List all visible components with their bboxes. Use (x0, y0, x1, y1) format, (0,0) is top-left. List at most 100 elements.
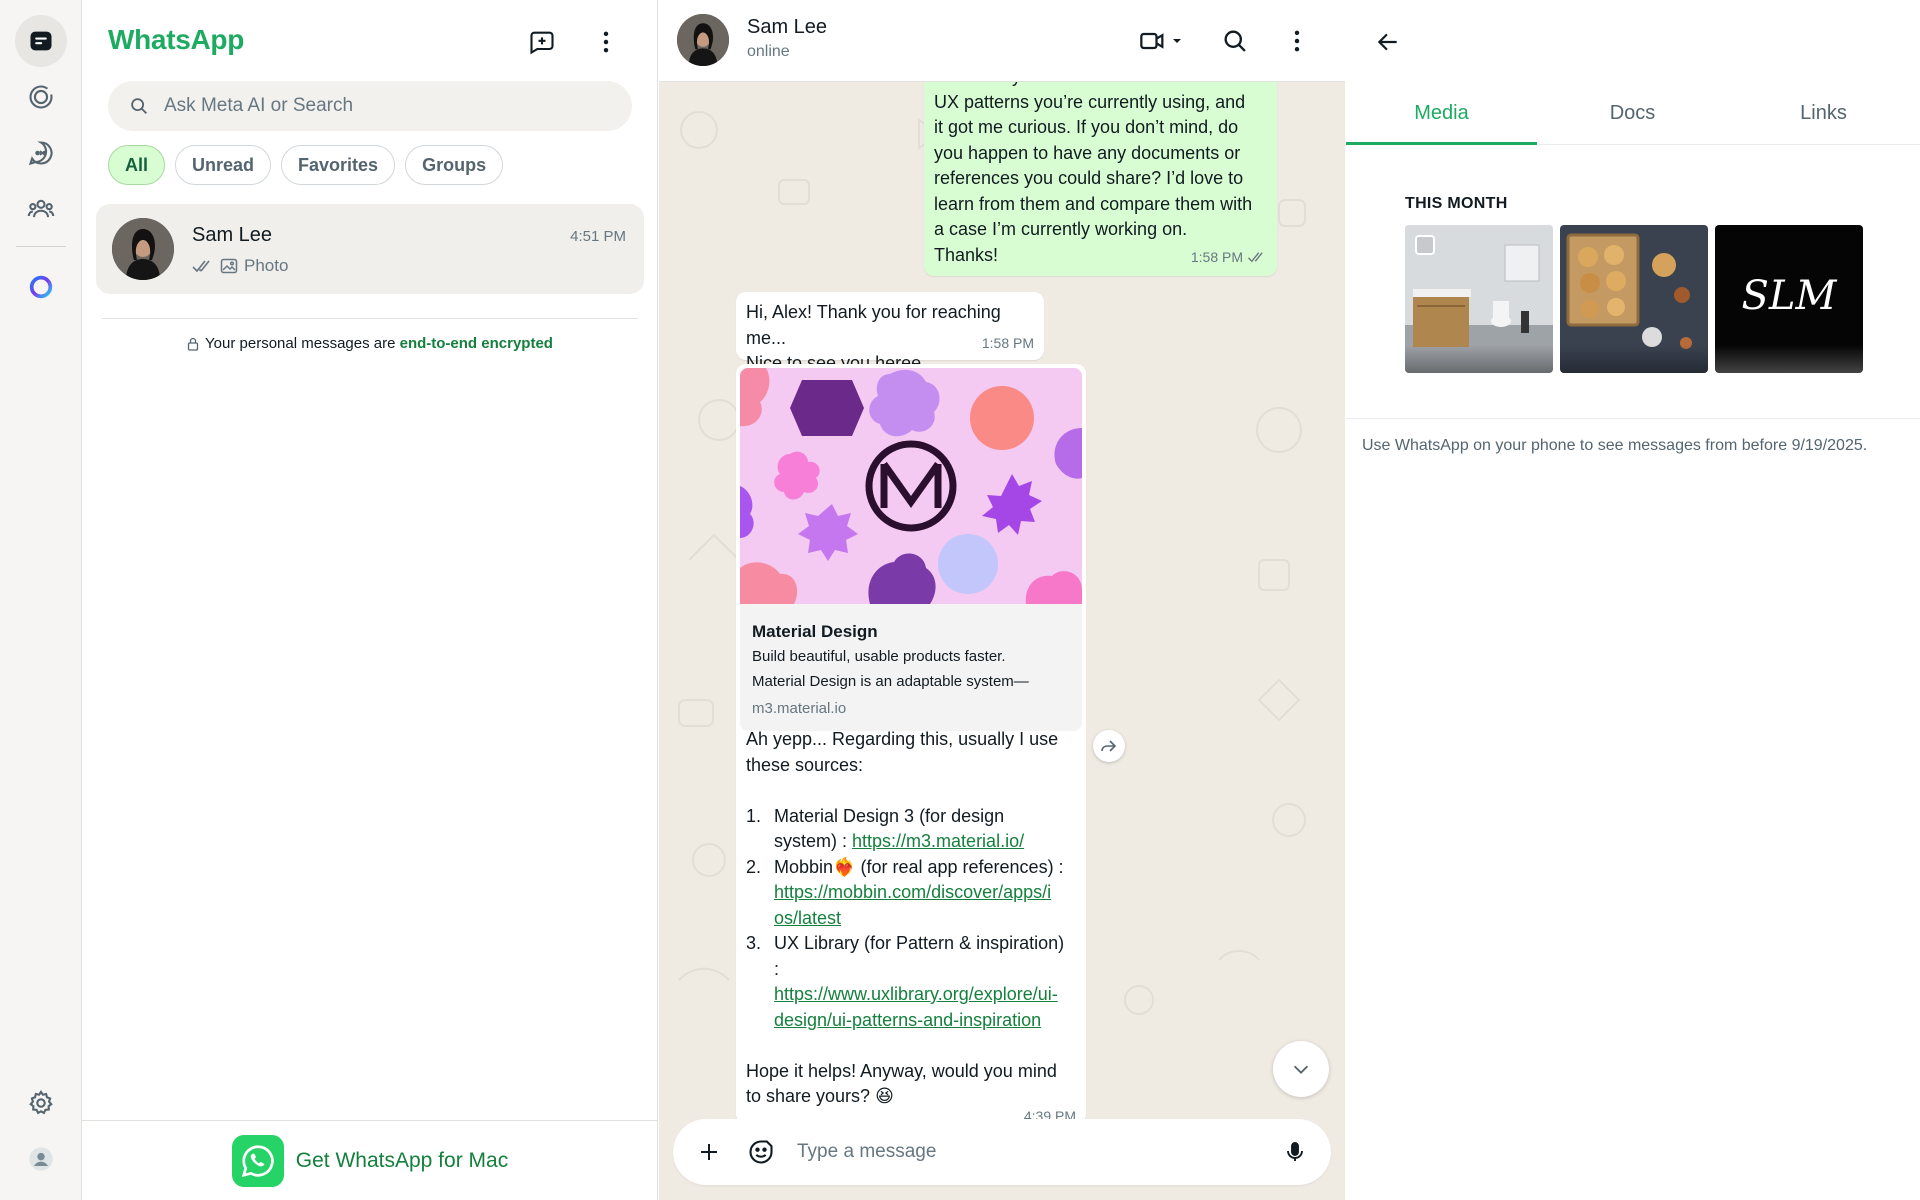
encryption-notice: Your personal messages are end-to-end en… (82, 335, 658, 352)
media-tabs: Media Docs Links (1346, 82, 1920, 145)
chat-preview-text: Photo (244, 256, 289, 275)
get-app-footer[interactable]: Get WhatsApp for Mac (82, 1120, 658, 1200)
search-input[interactable] (164, 95, 604, 117)
incoming-message[interactable]: Hi, Alex! Thank you for reaching me... N… (736, 292, 1044, 373)
microphone-icon (1287, 1142, 1303, 1161)
chats-nav-button[interactable] (15, 15, 67, 67)
link-line: https://mobbin.com/discover/apps/i (774, 882, 1052, 902)
chat-list-item[interactable]: Sam Lee 4:51 PM Photo (96, 204, 644, 294)
tab-links[interactable]: Links (1728, 82, 1919, 144)
list-text: Material Design 3 (for design (774, 805, 1005, 826)
list-text: (for real app references) : (855, 856, 1064, 877)
section-heading: THIS MONTH (1405, 195, 1508, 212)
message-line: references you could share? I’d love to (934, 168, 1244, 188)
voice-message-button[interactable] (1279, 1136, 1311, 1168)
forward-button[interactable] (1093, 730, 1125, 762)
filter-chip-unread[interactable]: Unread (175, 145, 272, 185)
chat-search-button[interactable] (1215, 21, 1255, 61)
chats-icon (30, 31, 52, 51)
gear-icon (29, 1090, 53, 1115)
message-line: UX patterns you’re currently using, and (934, 91, 1246, 112)
message-body: Ah yepp... Regarding this, usually I use… (746, 727, 1076, 1110)
tab-media[interactable]: Media (1346, 82, 1537, 145)
conversation-panel: Sam Lee online community before. You men… (659, 0, 1345, 1200)
message-composer (673, 1119, 1331, 1185)
link-preview-desc: Material Design is an adaptable system— (752, 672, 1029, 690)
get-app-label: Get WhatsApp for Mac (295, 1148, 509, 1172)
list-text: : (774, 958, 780, 979)
kebab-menu-icon (1294, 30, 1300, 52)
filter-chip-groups[interactable]: Groups (405, 145, 504, 185)
avatar[interactable] (677, 14, 729, 66)
filter-chips: All Unread Favorites Groups (108, 145, 504, 185)
encryption-link[interactable]: end-to-end encrypted (400, 335, 553, 352)
message-input[interactable] (797, 1141, 1279, 1163)
double-check-icon (1247, 252, 1263, 263)
nav-rail (0, 0, 82, 1200)
media-thumbnail[interactable]: SLM (1715, 225, 1863, 373)
chevron-down-icon (1293, 1065, 1309, 1074)
media-thumbnail[interactable] (1560, 225, 1708, 373)
tab-docs[interactable]: Docs (1537, 82, 1728, 144)
video-camera-icon (1140, 32, 1164, 50)
channels-icon (28, 141, 53, 166)
link-preview-title: Material Design (752, 621, 878, 641)
message-line: these sources: (746, 754, 864, 775)
outgoing-message[interactable]: community before. You mentioned the UX p… (924, 58, 1277, 276)
back-button[interactable] (1366, 20, 1410, 64)
status-nav-button[interactable] (15, 71, 67, 123)
list-text: system) : (774, 831, 853, 851)
rail-divider (16, 246, 66, 247)
new-chat-button[interactable] (522, 22, 562, 62)
message-line: it got me curious. If you don’t mind, do (934, 117, 1239, 137)
chevron-down-icon (1173, 39, 1181, 43)
media-divider (1346, 418, 1920, 419)
incoming-message-with-links[interactable]: Material Design Build beautiful, usable … (736, 364, 1086, 1124)
app-brand: WhatsApp (108, 24, 245, 55)
message-line: Ah yepp... Regarding this, usually I use (746, 729, 1059, 749)
avatar-photo (112, 218, 174, 280)
channels-nav-button[interactable] (15, 127, 67, 179)
filter-chip-all[interactable]: All (108, 145, 166, 185)
scroll-to-bottom-button[interactable] (1273, 1041, 1329, 1097)
filter-chip-favorites[interactable]: Favorites (281, 145, 396, 185)
meta-ai-nav-button[interactable] (15, 261, 67, 313)
list-item: 1. Material Design 3 (for design system)… (746, 804, 1076, 855)
encryption-text: Your personal messages are (205, 335, 400, 352)
media-panel: Media Docs Links THIS MONTH SLM Use What… (1346, 0, 1920, 1200)
list-item: 3. UX Library (for Pattern & inspiration… (746, 931, 1076, 1033)
source-link[interactable]: https://www.uxlibrary.org/explore/ui-des… (774, 984, 1058, 1030)
video-call-button[interactable] (1133, 21, 1189, 61)
search-icon (1224, 30, 1246, 52)
settings-nav-button[interactable] (15, 1077, 67, 1129)
chat-name: Sam Lee (192, 224, 273, 246)
list-text: UX Library (for Pattern & inspiration) (774, 933, 1065, 953)
contact-status: online (747, 43, 790, 60)
list-number: 2. (746, 856, 762, 877)
sticker-icon (749, 1140, 773, 1164)
sources-list: 1. Material Design 3 (for design system)… (746, 804, 1076, 1034)
attach-button[interactable] (693, 1136, 725, 1168)
profile-nav-button[interactable] (15, 1133, 67, 1185)
message-line: you happen to have any documents or (934, 142, 1241, 163)
chat-time: 4:51 PM (570, 228, 626, 245)
source-link[interactable]: https://mobbin.com/discover/apps/i os/lat… (774, 882, 1051, 928)
media-thumbnail[interactable] (1405, 225, 1553, 373)
lock-icon (187, 337, 199, 351)
cookies-photo (1560, 225, 1708, 373)
list-menu-button[interactable] (586, 22, 626, 62)
source-link[interactable]: https://m3.material.io/ (852, 831, 1024, 851)
new-chat-icon (530, 31, 554, 55)
message-time: 1:58 PM (981, 334, 1034, 351)
meta-ai-icon (29, 275, 53, 299)
kebab-menu-icon (603, 31, 609, 53)
communities-nav-button[interactable] (15, 183, 67, 235)
conversation-header[interactable]: Sam Lee online (659, 0, 1345, 82)
list-divider (102, 318, 638, 319)
list-text: Mobbin (774, 856, 834, 877)
history-notice: Use WhatsApp on your phone to see messag… (1362, 437, 1868, 454)
sticker-button[interactable] (745, 1136, 777, 1168)
link-preview-card[interactable]: Material Design Build beautiful, usable … (740, 368, 1082, 731)
chat-menu-button[interactable] (1277, 21, 1317, 61)
select-checkbox[interactable] (1415, 235, 1435, 255)
